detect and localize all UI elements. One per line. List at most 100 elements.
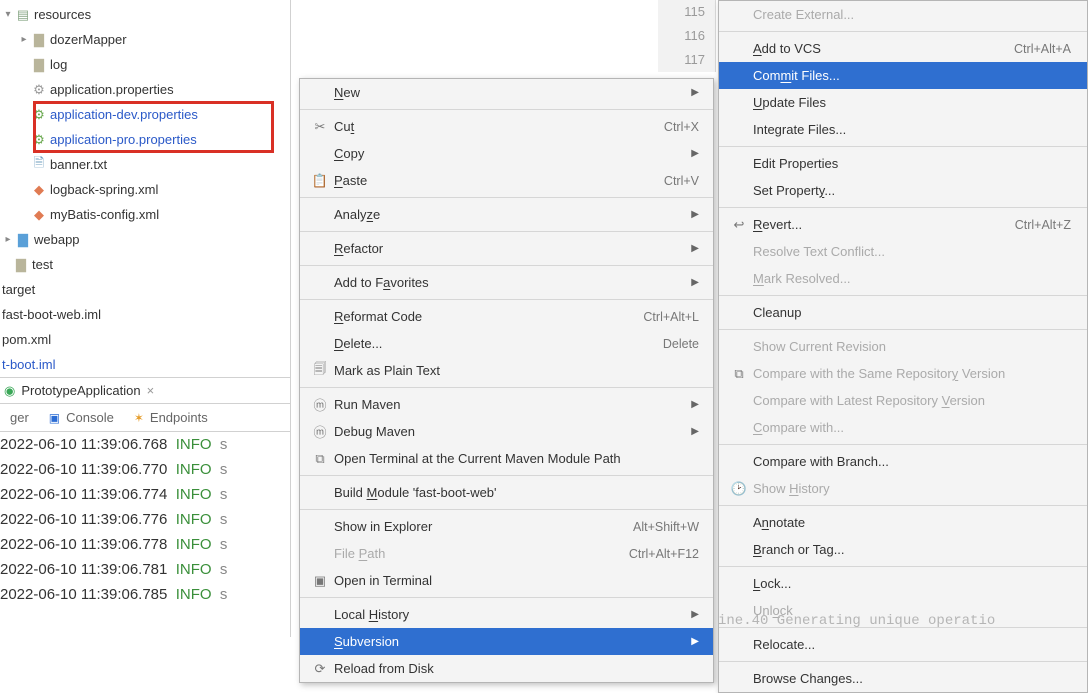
tree-label: log [48,57,67,72]
menu-open-terminal[interactable]: ▣Open in Terminal [300,567,713,594]
menu-copy[interactable]: Copy▶ [300,140,713,167]
submenu-resolve-conflict: Resolve Text Conflict... [719,238,1087,265]
menu-favorites[interactable]: Add to Favorites▶ [300,269,713,296]
cut-icon: ✂ [310,119,330,135]
submenu-add-vcs[interactable]: Add to VCSCtrl+Alt+A [719,35,1087,62]
tree-item-application-pro[interactable]: ⚙application-pro.properties [0,127,290,152]
separator [719,146,1087,147]
menu-reformat[interactable]: Reformat CodeCtrl+Alt+L [300,303,713,330]
tree-item-resources[interactable]: ▤resources [0,2,290,27]
submenu-branch-or-tag[interactable]: Branch or Tag... [719,536,1087,563]
tree-label: webapp [32,232,80,247]
menu-label: Reload from Disk [330,661,699,676]
separator [300,265,713,266]
menu-refactor[interactable]: Refactor▶ [300,235,713,262]
shortcut: Ctrl+Alt+A [1014,42,1071,56]
tree-item-mybatis[interactable]: ◆myBatis-config.xml [0,202,290,227]
tree-item-fbw-iml[interactable]: fast-boot-web.iml [0,302,290,327]
shortcut: Ctrl+Alt+F12 [629,547,699,561]
menu-label: Create External... [749,7,1071,22]
shortcut: Delete [663,337,699,351]
tree-label: myBatis-config.xml [48,207,159,222]
submenu-cleanup[interactable]: Cleanup [719,299,1087,326]
separator [719,661,1087,662]
submenu-set-property[interactable]: Set Property... [719,177,1087,204]
submenu-browse-changes[interactable]: Browse Changes... [719,665,1087,692]
submenu-mark-resolved: Mark Resolved... [719,265,1087,292]
close-icon[interactable]: × [147,383,155,398]
menu-local-history[interactable]: Local History▶ [300,601,713,628]
menu-paste[interactable]: 📋PasteCtrl+V [300,167,713,194]
menu-cut[interactable]: ✂CutCtrl+X [300,113,713,140]
menu-build-module[interactable]: Build Module 'fast-boot-web' [300,479,713,506]
menu-label: Relocate... [749,637,1071,652]
tab-console[interactable]: ▣Console [39,404,124,431]
tree-label: dozerMapper [48,32,127,47]
menu-subversion[interactable]: Subversion▶ [300,628,713,655]
menu-reload-from-disk[interactable]: ⟳Reload from Disk [300,655,713,682]
menu-label: Show Current Revision [749,339,1071,354]
tree-item-pom[interactable]: pom.xml [0,327,290,352]
menu-label: Mark as Plain Text [330,363,699,378]
menu-analyze[interactable]: Analyze▶ [300,201,713,228]
submenu-compare-with: Compare with... [719,414,1087,441]
chevron-right-icon: ▶ [691,148,699,159]
menu-debug-maven[interactable]: ⓜDebug Maven▶ [300,418,713,445]
menu-show-explorer[interactable]: Show in ExplorerAlt+Shift+W [300,513,713,540]
run-tab-label[interactable]: PrototypeApplication [21,383,140,398]
menu-delete[interactable]: Delete...Delete [300,330,713,357]
maven-icon: ⓜ [310,395,330,414]
separator [719,31,1087,32]
tree-item-tboot-iml[interactable]: t-boot.iml [0,352,290,377]
menu-new[interactable]: New▶ [300,79,713,106]
tree-item-logback[interactable]: ◆logback-spring.xml [0,177,290,202]
history-icon: 🕑 [729,481,749,497]
tree-item-webapp[interactable]: ▇webapp [0,227,290,252]
tab-label: Endpoints [150,410,208,425]
separator [300,509,713,510]
chevron-right-icon: ▶ [691,87,699,98]
text-icon: 🗐 [310,360,330,382]
tree-item-target[interactable]: target [0,277,290,302]
submenu-compare-branch[interactable]: Compare with Branch... [719,448,1087,475]
shortcut: Ctrl+Alt+L [643,310,699,324]
tree-label: application.properties [48,82,174,97]
tree-item-test[interactable]: ▇test [0,252,290,277]
folder-icon: ▇ [12,257,30,273]
submenu-lock[interactable]: Lock... [719,570,1087,597]
separator [300,299,713,300]
menu-label: Open in Terminal [330,573,699,588]
tree-item-log[interactable]: ▇log [0,52,290,77]
submenu-integrate-files[interactable]: Integrate Files... [719,116,1087,143]
submenu-revert[interactable]: ↩Revert...Ctrl+Alt+Z [719,211,1087,238]
submenu-commit-files[interactable]: Commit Files... [719,62,1087,89]
menu-mark-plain[interactable]: 🗐Mark as Plain Text [300,357,713,384]
menu-run-maven[interactable]: ⓜRun Maven ▶ [300,391,713,418]
tab-debugger[interactable]: ger [0,404,39,431]
submenu-annotate[interactable]: Annotate [719,509,1087,536]
maven-icon: ⓜ [310,422,330,441]
separator [719,295,1087,296]
tree-label: application-pro.properties [48,132,197,147]
submenu-update-files[interactable]: Update Files [719,89,1087,116]
tree-label: fast-boot-web.iml [0,307,101,322]
line-number: 117 [658,48,705,72]
tab-endpoints[interactable]: ✶Endpoints [124,404,218,431]
submenu-create-external: Create External... [719,1,1087,28]
tree-item-dozermapper[interactable]: ▇dozerMapper [0,27,290,52]
file-icon: 🗎 [30,154,48,176]
tree-item-banner[interactable]: 🗎banner.txt [0,152,290,177]
chevron-right-icon: ▶ [691,399,699,410]
paste-icon: 📋 [310,173,330,189]
tree-item-application-properties[interactable]: ⚙application.properties [0,77,290,102]
menu-open-terminal-maven[interactable]: ⧉Open Terminal at the Current Maven Modu… [300,445,713,472]
separator [300,197,713,198]
chevron-right-icon: ▶ [691,277,699,288]
menu-label: Show in Explorer [330,519,633,534]
submenu-edit-properties[interactable]: Edit Properties [719,150,1087,177]
submenu-relocate[interactable]: Relocate... [719,631,1087,658]
menu-label: Run Maven [330,397,681,412]
menu-label: Integrate Files... [749,122,1071,137]
tree-label: target [0,282,35,297]
tree-item-application-dev[interactable]: ⚙application-dev.properties [0,102,290,127]
